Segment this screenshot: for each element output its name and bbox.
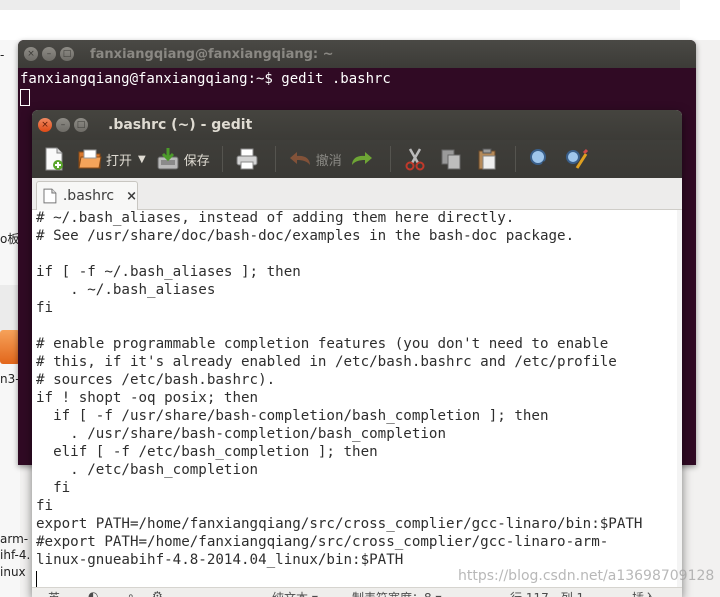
tab-label: .bashrc bbox=[62, 188, 115, 204]
open-recent-dropdown[interactable]: ▼ bbox=[138, 154, 146, 165]
text-editor[interactable]: # ~/.bash_aliases, instead of adding the… bbox=[32, 210, 682, 587]
tab-width-selector[interactable]: 制表符宽度：8 ▾ bbox=[352, 589, 441, 597]
terminal-output[interactable]: fanxiangqiang@fanxiangqiang:~$ gedit .ba… bbox=[18, 68, 696, 108]
editor-line: . /etc/bash_completion bbox=[36, 462, 259, 478]
save-button[interactable]: 保存 bbox=[152, 144, 214, 174]
copy-button[interactable] bbox=[435, 144, 471, 174]
printer-icon bbox=[235, 147, 259, 171]
terminal-titlebar[interactable]: × – □ fanxiangqiang@fanxiangqiang: ~ bbox=[18, 40, 696, 68]
toolbar-separator bbox=[389, 146, 391, 172]
terminal-maximize-button[interactable]: □ bbox=[60, 47, 74, 61]
terminal-minimize-button[interactable]: – bbox=[42, 47, 56, 61]
new-document-button[interactable] bbox=[38, 144, 74, 174]
terminal-title: fanxiangqiang@fanxiangqiang: ~ bbox=[90, 46, 334, 62]
cut-button[interactable] bbox=[399, 144, 435, 174]
background-top-strip bbox=[0, 0, 680, 10]
find-replace-icon bbox=[564, 147, 588, 171]
terminal-cursor-line bbox=[20, 88, 694, 106]
editor-line: fi bbox=[36, 498, 54, 514]
editor-line: . ~/.bash_aliases bbox=[36, 282, 216, 298]
save-icon bbox=[156, 147, 180, 171]
input-method-indicator[interactable]: 英 bbox=[48, 589, 60, 597]
editor-line: fi bbox=[36, 480, 71, 496]
folder-open-icon bbox=[78, 147, 102, 171]
find-button[interactable] bbox=[524, 144, 560, 174]
editor-line: . /usr/share/bash-completion/bash_comple… bbox=[36, 426, 446, 442]
save-label: 保存 bbox=[183, 153, 210, 169]
gedit-window[interactable]: × – □ .bashrc (~) - gedit 打开 ▼ 保存 撤消 .ba… bbox=[32, 110, 682, 597]
open-label: 打开 bbox=[106, 153, 133, 169]
background-text-fragment: ihf-4. bbox=[0, 548, 31, 562]
gedit-toolbar: 打开 ▼ 保存 撤消 bbox=[32, 140, 682, 178]
search-icon bbox=[528, 147, 552, 171]
toolbar-separator bbox=[221, 146, 223, 172]
print-button[interactable] bbox=[231, 144, 267, 174]
cursor-position: 行 117，列 1 bbox=[510, 589, 584, 597]
editor-line: # this, if it's already enabled in /etc/… bbox=[36, 354, 617, 370]
paste-button[interactable] bbox=[471, 144, 507, 174]
editor-line: export PATH=/home/fanxiangqiang/src/cros… bbox=[36, 516, 643, 532]
background-text-fragment: arm- bbox=[0, 532, 29, 546]
editor-line: elif [ -f /etc/bash_completion ]; then bbox=[36, 444, 378, 460]
settings-gear-icon[interactable]: ⚙ bbox=[152, 589, 163, 597]
terminal-close-button[interactable]: × bbox=[24, 47, 38, 61]
editor-line: if [ -f /usr/share/bash-completion/bash_… bbox=[36, 408, 549, 424]
undo-icon bbox=[288, 147, 312, 171]
text-cursor bbox=[36, 571, 37, 587]
document-icon bbox=[43, 188, 57, 204]
toolbar-separator bbox=[274, 146, 276, 172]
new-document-icon bbox=[42, 147, 66, 171]
watermark: https://blog.csdn.net/a13698709128 bbox=[458, 568, 715, 584]
gedit-title: .bashrc (~) - gedit bbox=[108, 117, 253, 133]
editor-line: fi bbox=[36, 300, 54, 316]
editor-line: if ! shopt -oq posix; then bbox=[36, 390, 259, 406]
background-text-fragment: o板 bbox=[0, 232, 20, 246]
undo-button[interactable]: 撤消 bbox=[284, 144, 346, 174]
editor-scrollbar[interactable] bbox=[677, 210, 682, 587]
editor-line: # See /usr/share/doc/bash-doc/examples i… bbox=[36, 228, 575, 244]
gedit-close-button[interactable]: × bbox=[38, 118, 52, 132]
tab-close-icon[interactable]: × bbox=[126, 189, 137, 204]
redo-button[interactable] bbox=[346, 144, 382, 174]
terminal-line: fanxiangqiang@fanxiangqiang:~$ gedit .ba… bbox=[20, 71, 391, 87]
statusbar: 英 ◐ ∘ ⚙ 纯文本 ▾ 制表符宽度：8 ▾ 行 117，列 1 插入 bbox=[32, 587, 682, 597]
insert-mode: 插入 bbox=[632, 589, 656, 597]
paste-icon bbox=[475, 147, 499, 171]
undo-label: 撤消 bbox=[315, 153, 342, 169]
editor-line: # enable programmable completion feature… bbox=[36, 336, 609, 352]
copy-icon bbox=[439, 147, 463, 171]
redo-icon bbox=[350, 147, 374, 171]
spellcheck-icon[interactable]: ◐ bbox=[88, 589, 98, 597]
terminal-cursor bbox=[20, 89, 30, 106]
gedit-minimize-button[interactable]: – bbox=[56, 118, 70, 132]
editor-line: # ~/.bash_aliases, instead of adding the… bbox=[36, 210, 515, 226]
document-tabbar: .bashrc × bbox=[32, 178, 682, 210]
gedit-maximize-button[interactable]: □ bbox=[74, 118, 88, 132]
toolbar-separator bbox=[514, 146, 516, 172]
language-selector[interactable]: 纯文本 ▾ bbox=[272, 589, 318, 597]
editor-line: # sources /etc/bash.bashrc). bbox=[36, 372, 276, 388]
find-replace-button[interactable] bbox=[560, 144, 596, 174]
editor-line: if [ -f ~/.bash_aliases ]; then bbox=[36, 264, 301, 280]
statusbar-dot: ∘ bbox=[127, 589, 135, 597]
scissors-icon bbox=[403, 147, 427, 171]
background-app-icon bbox=[0, 330, 20, 364]
background-left-panel: - o板 n3-c arm- ihf-4. inux bbox=[0, 40, 30, 597]
background-text-fragment: inux bbox=[0, 565, 26, 579]
open-button[interactable]: 打开 bbox=[74, 144, 136, 174]
background-text-fragment: - bbox=[0, 48, 5, 62]
gedit-titlebar[interactable]: × – □ .bashrc (~) - gedit bbox=[32, 110, 682, 140]
tab-bashrc[interactable]: .bashrc × bbox=[36, 181, 138, 210]
editor-line: #export PATH=/home/fanxiangqiang/src/cro… bbox=[36, 534, 609, 550]
